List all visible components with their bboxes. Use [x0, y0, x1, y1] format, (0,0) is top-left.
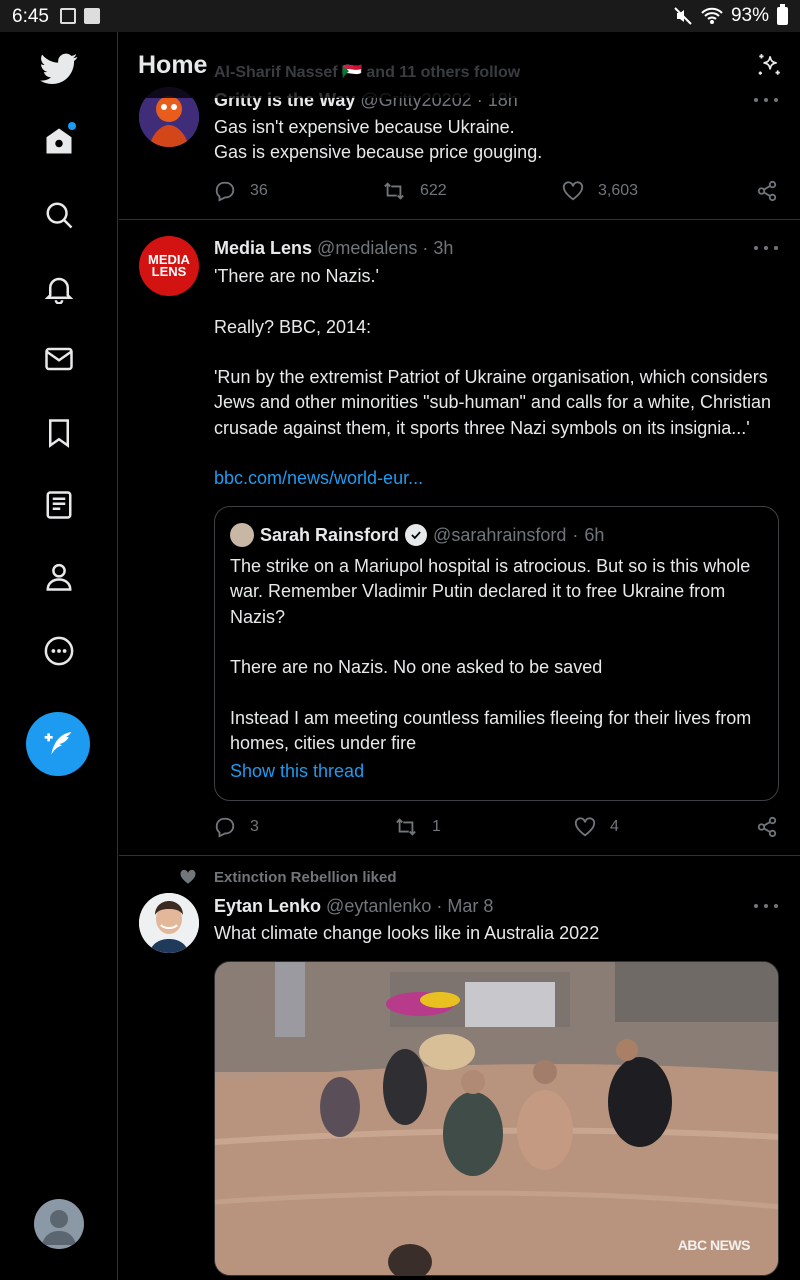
like-button[interactable]: 4 — [574, 816, 619, 838]
tweet-actions: 3 1 4 — [214, 816, 784, 842]
social-context[interactable]: Extinction Rebellion liked — [214, 869, 397, 886]
home-notification-dot — [68, 122, 76, 130]
tweet-media-video[interactable]: ABC NEWS — [214, 961, 779, 1276]
wifi-icon — [701, 7, 723, 24]
more-circle-icon[interactable] — [34, 626, 84, 676]
author-name[interactable]: Eytan Lenko — [214, 896, 321, 916]
share-icon — [757, 816, 777, 838]
tweet-card[interactable]: Extinction Rebellion liked Eytan Lenko @… — [119, 856, 800, 1280]
more-options-icon[interactable] — [754, 242, 778, 254]
notifications-bell-icon[interactable] — [34, 264, 84, 314]
status-time: 6:45 — [12, 6, 49, 27]
flood-scene-image — [215, 962, 778, 1275]
share-icon — [757, 180, 777, 202]
reply-icon — [215, 181, 235, 202]
reply-count: 3 — [250, 818, 259, 835]
gallery-notification-icon — [60, 8, 76, 24]
reply-button[interactable]: 3 — [214, 816, 259, 838]
author-name[interactable]: Media Lens — [214, 238, 312, 258]
retweet-icon — [396, 818, 416, 836]
verified-badge-icon — [405, 524, 428, 546]
tweet-header: Eytan Lenko @eytanlenko · Mar 8 — [214, 896, 494, 916]
page-title: Home — [138, 51, 208, 79]
status-bar: 6:45 93% — [0, 0, 800, 32]
quoted-tweet-time: 6h — [584, 524, 605, 545]
like-button[interactable]: 3,603 — [562, 180, 638, 202]
retweet-count: 622 — [420, 182, 447, 199]
quoted-author-handle: @sarahrainsford — [433, 524, 567, 545]
share-button[interactable] — [756, 180, 778, 202]
more-options-icon[interactable] — [754, 900, 778, 912]
scrolled-under-text: Al-Sharif Nassef 🇸🇩 and 11 others follow — [214, 64, 521, 81]
like-heart-icon — [562, 181, 584, 201]
show-thread-link[interactable]: Show this thread — [230, 761, 364, 782]
battery-percent: 93% — [730, 5, 769, 26]
avatar[interactable] — [139, 893, 199, 953]
retweet-button[interactable]: 622 — [382, 180, 447, 202]
tweet-header: Media Lens @medialens · 3h — [214, 238, 454, 258]
media-source-badge: ABC NEWS — [677, 1237, 751, 1253]
search-icon[interactable] — [34, 190, 84, 240]
like-heart-icon — [574, 817, 596, 837]
like-count: 3,603 — [598, 182, 639, 199]
retweet-count: 1 — [432, 818, 441, 835]
profile-icon[interactable] — [34, 552, 84, 602]
retweet-icon — [384, 182, 404, 200]
home-timeline: Al-Sharif Nassef 🇸🇩 and 11 others follow… — [119, 32, 800, 1280]
reply-count: 36 — [250, 182, 268, 199]
avatar-logo-text: MEDIA LENS — [148, 252, 190, 279]
check-notification-icon — [84, 8, 100, 24]
mute-icon — [674, 7, 692, 25]
tweet-card[interactable]: MEDIA LENS Media Lens @medialens · 3h 'T… — [119, 220, 800, 856]
tweet-text: What climate change looks like in Austra… — [214, 923, 600, 943]
sidebar-nav — [0, 32, 118, 1280]
battery-icon — [777, 4, 788, 25]
quoted-tweet-text: The strike on a Mariupol hospital is atr… — [230, 556, 752, 754]
author-handle[interactable]: @eytanlenko — [326, 896, 431, 916]
quoted-tweet[interactable]: Sarah Rainsford @sarahrainsford · 6h The… — [214, 506, 779, 801]
messages-envelope-icon[interactable] — [34, 334, 84, 384]
avatar[interactable]: MEDIA LENS — [139, 236, 199, 296]
reply-icon — [215, 817, 235, 838]
liked-heart-icon — [180, 869, 196, 884]
retweet-button[interactable]: 1 — [394, 816, 441, 838]
twitter-logo-icon[interactable] — [34, 44, 84, 94]
timeline-header: Al-Sharif Nassef 🇸🇩 and 11 others follow… — [119, 32, 800, 98]
home-icon[interactable] — [34, 116, 84, 166]
lists-icon[interactable] — [34, 480, 84, 530]
tweet-link[interactable]: bbc.com/news/world-eur... — [214, 466, 779, 491]
reply-button[interactable]: 36 — [214, 180, 268, 202]
share-button[interactable] — [756, 816, 778, 838]
sparkle-icon[interactable] — [756, 52, 782, 83]
tweet-time[interactable]: Mar 8 — [447, 896, 493, 916]
bookmark-icon[interactable] — [34, 408, 84, 458]
like-count: 4 — [610, 818, 619, 835]
account-avatar[interactable] — [34, 1199, 84, 1249]
tweet-text: 'There are no Nazis.' Really? BBC, 2014:… — [214, 266, 772, 438]
author-handle[interactable]: @medialens — [317, 238, 417, 258]
quoted-author-name[interactable]: Sarah Rainsford — [260, 525, 399, 546]
tweet-time[interactable]: 3h — [433, 238, 453, 258]
quoted-avatar[interactable] — [230, 523, 254, 547]
compose-tweet-icon[interactable] — [26, 712, 90, 776]
tweet-text: Gas isn't expensive because Ukraine. Gas… — [214, 117, 543, 163]
quoted-tweet-header: Sarah Rainsford @sarahrainsford · 6h — [230, 523, 604, 547]
tweet-actions: 36 622 3,603 — [214, 180, 784, 206]
